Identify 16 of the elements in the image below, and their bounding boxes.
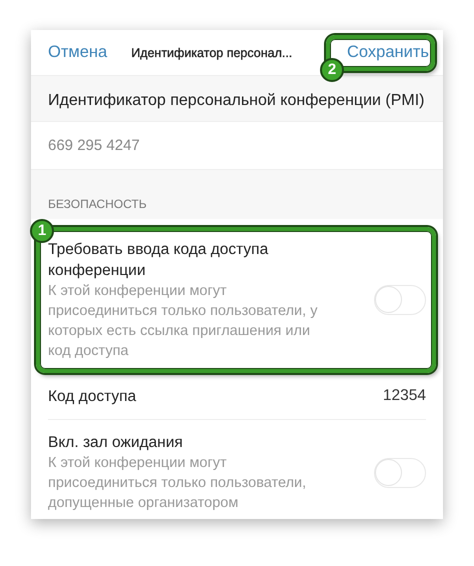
cancel-button[interactable]: Отмена xyxy=(48,43,108,62)
step-badge: 2 xyxy=(320,58,344,82)
setting-title: Вкл. зал ожидания xyxy=(48,433,184,453)
section-header: БЕЗОПАСНОСТЬ xyxy=(48,197,147,213)
setting-description: К этой конференции могут присоединиться только пользователи, допущенные организатором xyxy=(48,454,308,513)
passcode-value: 12354 xyxy=(382,387,426,405)
screen-title: Идентификатор персонал... xyxy=(131,46,294,60)
setting-title: Код доступа xyxy=(48,386,138,406)
save-button[interactable]: Сохранить xyxy=(347,43,429,62)
toggle-switch[interactable] xyxy=(374,285,426,315)
step-badge: 1 xyxy=(30,219,54,243)
setting-title: Требовать ввода кода доступа конференции xyxy=(48,240,270,281)
pmi-value: 669 295 4247 xyxy=(48,137,140,154)
field-label: Идентификатор персональной конференции (PMI) xyxy=(48,92,424,109)
toggle-switch[interactable] xyxy=(374,458,426,488)
setting-description: К этой конференции могут присоединиться только пользователи, у которых есть ссылка приглашения или код доступа xyxy=(48,282,318,361)
